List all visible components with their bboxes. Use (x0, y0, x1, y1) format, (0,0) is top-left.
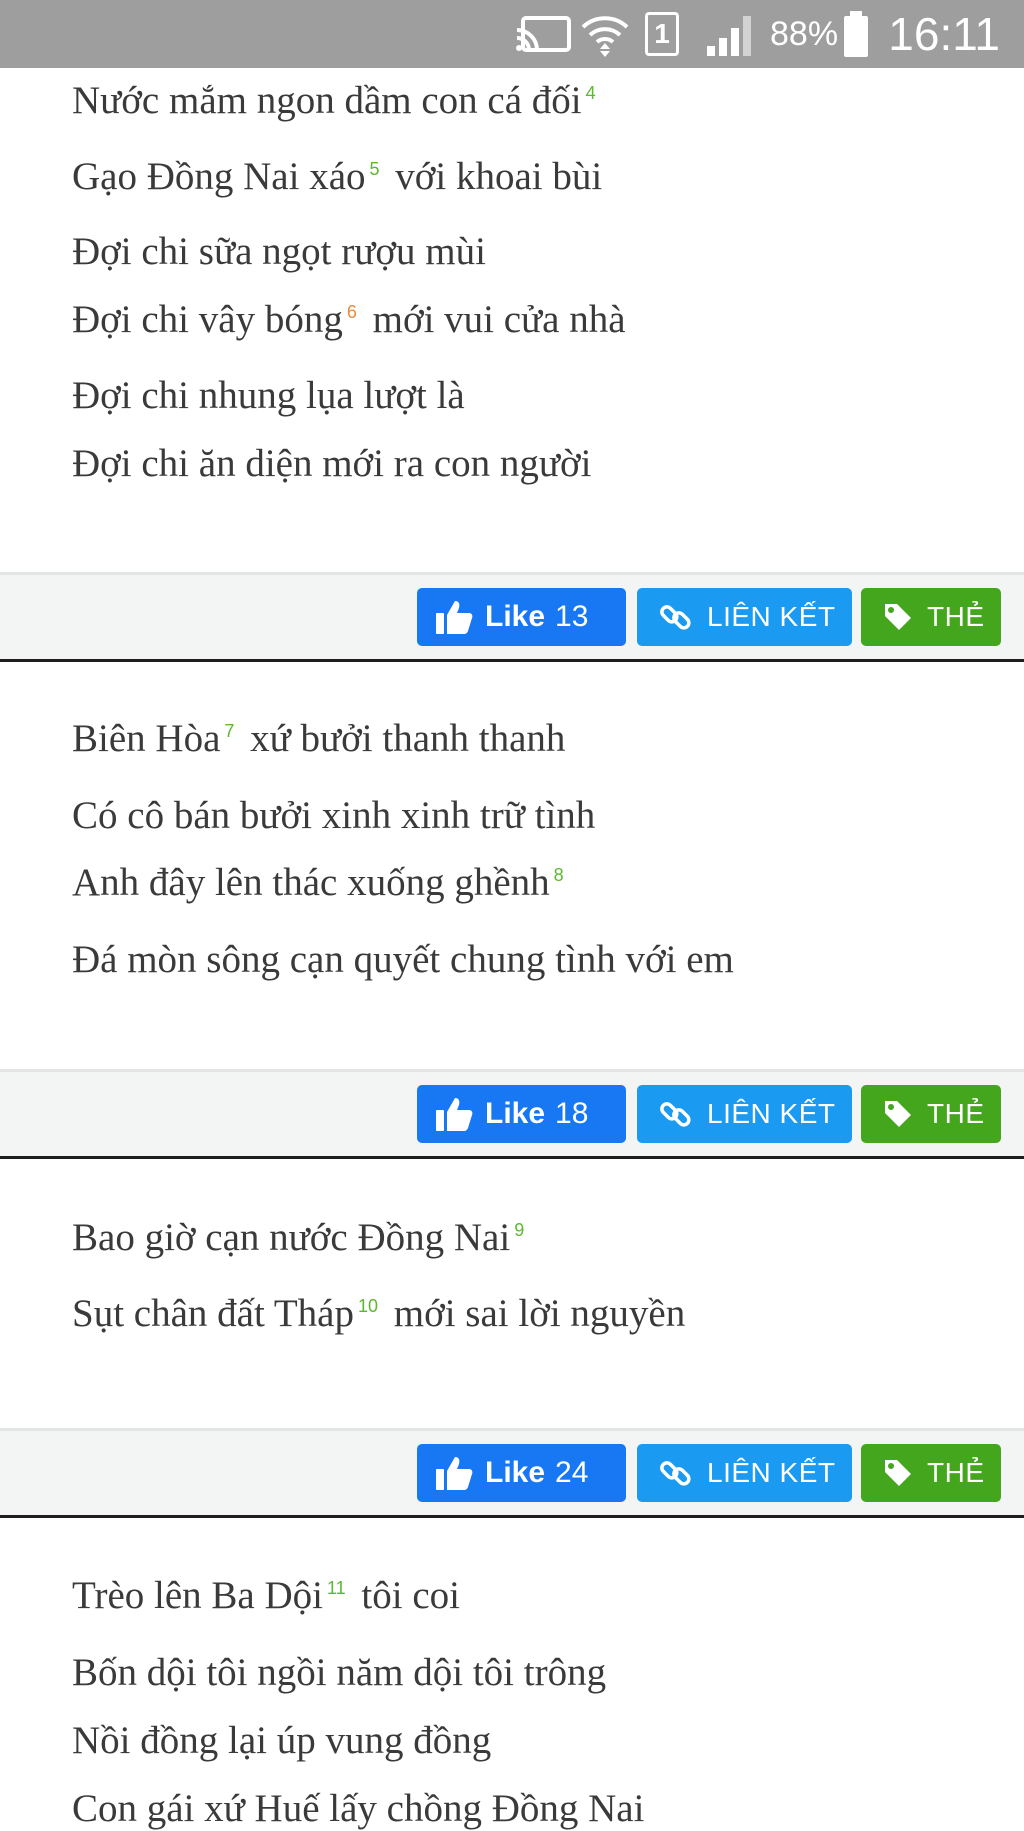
link-button[interactable]: LIÊN KẾT (637, 588, 852, 646)
line-text: xứ bưởi thanh thanh (250, 717, 566, 760)
footnote-marker[interactable]: 11 (327, 1578, 346, 1598)
poem-line: Bao giờ cạn nước Đồng Nai 9 (72, 1215, 530, 1260)
poem-line: Nồi đồng lại úp vung đồng (72, 1718, 491, 1763)
thumbs-up-icon (435, 1455, 473, 1491)
sim-icon: 1 (645, 0, 679, 68)
like-count: 18 (555, 1097, 589, 1130)
line-text: Bốn dội tôi ngồi năm dội tôi trông (72, 1651, 607, 1694)
line-text: Đợi chi vây bóng (72, 298, 343, 341)
footnote-marker[interactable]: 7 (224, 721, 234, 741)
line-text: Nước mắm ngon dầm con cá đối (72, 79, 582, 122)
tag-icon (883, 1458, 913, 1488)
line-text: Đợi chi ăn diện mới ra con người (72, 442, 592, 485)
tag-label: THẺ (927, 601, 985, 632)
tag-icon (883, 1099, 913, 1129)
line-text: Nồi đồng lại úp vung đồng (72, 1719, 492, 1762)
poem-line: Nước mắm ngon dầm con cá đối 4 (72, 78, 602, 123)
battery-percent: 88% (770, 14, 839, 53)
poem-line: Đợi chi nhung lụa lượt là (72, 373, 465, 418)
footnote-marker[interactable]: 9 (514, 1220, 524, 1240)
line-text: mới vui cửa nhà (372, 298, 626, 341)
footnote-marker[interactable]: 4 (586, 83, 596, 103)
thumbs-up-icon (435, 599, 473, 635)
line-text: Biên Hòa (72, 717, 221, 760)
clock: 16:11 (888, 8, 1000, 60)
poem-line: Biên Hòa 7 xứ bưởi thanh thanh (72, 716, 565, 761)
wifi-icon (580, 0, 630, 68)
poem-line: Đợi chi vây bóng 6 mới vui cửa nhà (72, 297, 626, 342)
line-text: Sụt chân đất Tháp (72, 1292, 354, 1335)
post-action-bar: Like 18 LIÊN KẾT THẺ (0, 1069, 1024, 1159)
post-action-bar: Like 13 LIÊN KẾT THẺ (0, 572, 1024, 662)
line-text: với khoai bùi (395, 155, 603, 198)
footnote-marker[interactable]: 6 (347, 302, 357, 322)
like-label: Like (485, 1097, 546, 1130)
footnote-marker[interactable]: 10 (358, 1296, 378, 1316)
tag-label: THẺ (927, 1457, 985, 1488)
line-text: Bao giờ cạn nước Đồng Nai (72, 1216, 511, 1259)
poem-line: Đợi chi sữa ngọt rượu mùi (72, 229, 486, 274)
line-text: tôi coi (361, 1574, 460, 1617)
line-text: mới sai lời nguyền (393, 1292, 686, 1335)
like-button[interactable]: Like 13 (417, 588, 626, 646)
footnote-marker[interactable]: 8 (554, 865, 564, 885)
line-text: Trèo lên Ba Dội (72, 1574, 323, 1617)
footnote-marker[interactable]: 5 (370, 159, 380, 179)
line-text: Đợi chi sữa ngọt rượu mùi (72, 230, 486, 273)
line-text: Gạo Đồng Nai xáo (72, 155, 366, 198)
poem-line: Bốn dội tôi ngồi năm dội tôi trông (72, 1650, 606, 1695)
thumbs-up-icon (435, 1096, 473, 1132)
battery-icon (842, 0, 870, 68)
like-count: 13 (555, 600, 589, 633)
tag-button[interactable]: THẺ (861, 1444, 1001, 1502)
link-icon (659, 1097, 693, 1131)
poem-line: Có cô bán bưởi xinh xinh trữ tình (72, 793, 595, 838)
poem-line: Sụt chân đất Tháp 10 mới sai lời nguyền (72, 1291, 685, 1336)
poem-line: Anh đây lên thác xuống ghềnh 8 (72, 860, 570, 905)
line-text: Anh đây lên thác xuống ghềnh (72, 861, 550, 904)
post-action-bar: Like 24 LIÊN KẾT THẺ (0, 1428, 1024, 1518)
link-label: LIÊN KẾT (707, 601, 836, 632)
like-label: Like (485, 600, 546, 633)
tag-label: THẺ (927, 1098, 985, 1129)
sim-slot-label: 1 (645, 12, 679, 56)
link-icon (659, 1456, 693, 1490)
poem-line: Trèo lên Ba Dội 11 tôi coi (72, 1573, 460, 1618)
tag-button[interactable]: THẺ (861, 588, 1001, 646)
line-text: Có cô bán bưởi xinh xinh trữ tình (72, 794, 596, 837)
line-text: Con gái xứ Huế lấy chồng Đồng Nai (72, 1787, 645, 1830)
like-button[interactable]: Like 18 (417, 1085, 626, 1143)
link-label: LIÊN KẾT (707, 1098, 836, 1129)
line-text: Đá mòn sông cạn quyết chung tình với em (72, 938, 734, 981)
signal-icon (705, 0, 755, 68)
link-icon (659, 600, 693, 634)
link-button[interactable]: LIÊN KẾT (637, 1444, 852, 1502)
like-button[interactable]: Like 24 (417, 1444, 626, 1502)
tag-icon (883, 602, 913, 632)
link-label: LIÊN KẾT (707, 1457, 836, 1488)
tag-button[interactable]: THẺ (861, 1085, 1001, 1143)
line-text: Đợi chi nhung lụa lượt là (72, 374, 465, 417)
cast-icon (515, 0, 573, 68)
status-bar: 1 88% 16:11 (0, 0, 1024, 68)
poem-line: Đợi chi ăn diện mới ra con người (72, 441, 591, 486)
poem-line: Con gái xứ Huế lấy chồng Đồng Nai (72, 1786, 644, 1831)
like-label: Like (485, 1456, 546, 1489)
poem-line: Đá mòn sông cạn quyết chung tình với em (72, 937, 734, 982)
link-button[interactable]: LIÊN KẾT (637, 1085, 852, 1143)
poem-line: Gạo Đồng Nai xáo 5 với khoai bùi (72, 154, 602, 199)
like-count: 24 (555, 1456, 589, 1489)
